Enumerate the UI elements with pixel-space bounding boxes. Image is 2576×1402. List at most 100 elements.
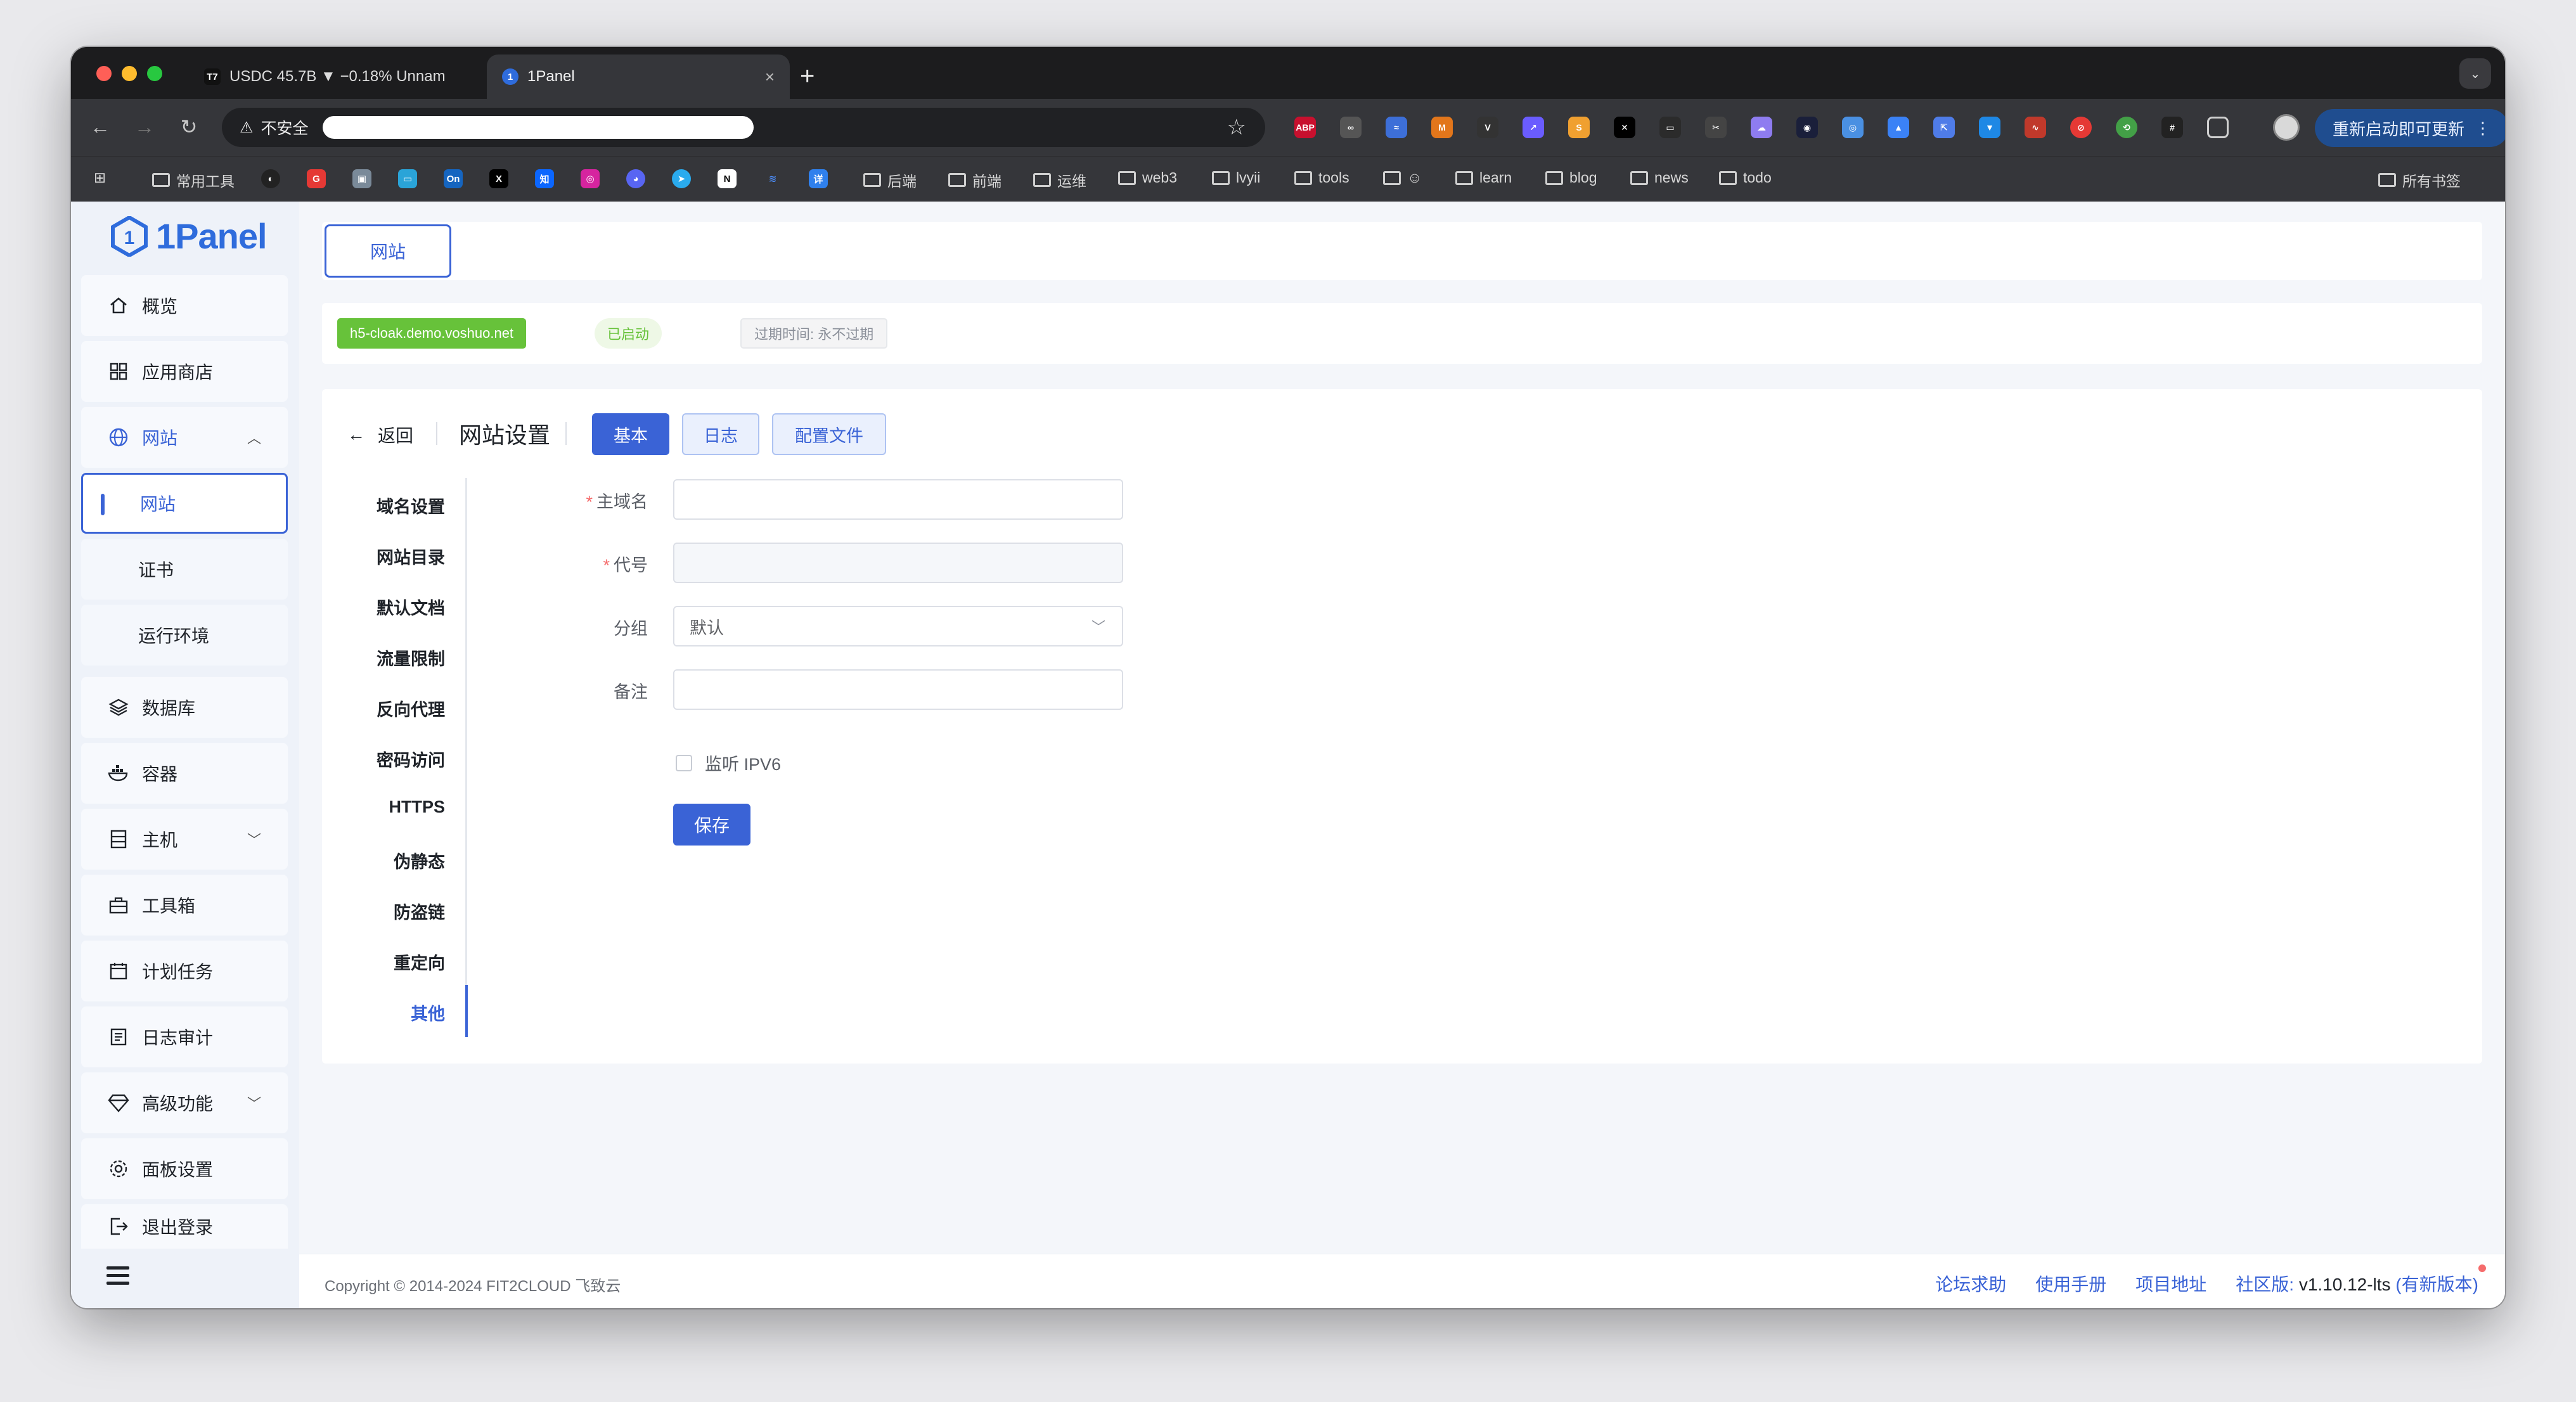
alias-input[interactable]: [673, 543, 1123, 583]
extension-icon[interactable]: ≈: [1386, 117, 1407, 138]
bookmark-on[interactable]: On: [444, 169, 463, 188]
bookmark-folder[interactable]: 常用工具: [152, 169, 235, 191]
zhihu-icon[interactable]: 知: [535, 169, 554, 188]
tab-search-button[interactable]: ⌄: [2459, 58, 2491, 89]
x-icon[interactable]: X: [489, 169, 508, 188]
back-button[interactable]: ← 返回: [347, 422, 413, 447]
close-window-button[interactable]: [96, 66, 112, 81]
browser-tab-1panel[interactable]: 1 1Panel ×: [487, 55, 790, 99]
manual-link[interactable]: 使用手册: [2035, 1271, 2106, 1296]
adblock-extension-icon[interactable]: ABP: [1294, 117, 1316, 138]
close-tab-icon[interactable]: ×: [765, 67, 775, 87]
subnav-rewrite[interactable]: 伪静态: [306, 848, 445, 873]
sidebar-item-log-audit[interactable]: 日志审计: [81, 1006, 288, 1067]
tab-config-file[interactable]: 配置文件: [772, 413, 886, 455]
extension-icon[interactable]: ▼: [1979, 117, 2000, 138]
extensions-puzzle-icon[interactable]: [2207, 117, 2229, 138]
group-select[interactable]: 默认 ﹀: [673, 606, 1123, 646]
sidebar-item-certificate[interactable]: 证书: [81, 539, 288, 600]
subnav-site-dir[interactable]: 网站目录: [306, 544, 445, 569]
address-bar[interactable]: ⚠ 不安全 ☆: [222, 108, 1265, 147]
subnav-default-doc[interactable]: 默认文档: [306, 595, 445, 619]
sidebar-item-app-store[interactable]: 应用商店: [81, 341, 288, 402]
subnav-other[interactable]: 其他: [306, 1000, 445, 1025]
sidebar-item-host[interactable]: 主机 ﹀: [81, 809, 288, 870]
subnav-domain[interactable]: 域名设置: [306, 493, 445, 518]
bookmark-folder[interactable]: tools: [1294, 169, 1349, 186]
instagram-icon[interactable]: ◎: [581, 169, 600, 188]
bookmark-folder[interactable]: blog: [1545, 169, 1597, 186]
sidebar-item-advanced[interactable]: 高级功能 ﹀: [81, 1072, 288, 1133]
subnav-https[interactable]: HTTPS: [306, 797, 445, 817]
bookmark-folder[interactable]: news: [1630, 169, 1689, 186]
reload-icon[interactable]: ↻: [175, 113, 203, 141]
bookmark-folder[interactable]: 后端: [863, 169, 917, 191]
bookmark-folder[interactable]: web3: [1118, 169, 1177, 186]
subnav-hotlink[interactable]: 防盗链: [306, 899, 445, 923]
relaunch-update-button[interactable]: 重新启动即可更新 ⋮: [2315, 109, 2505, 147]
remark-input[interactable]: [673, 669, 1123, 710]
save-button[interactable]: 保存: [673, 804, 750, 846]
back-icon[interactable]: ←: [86, 113, 114, 141]
logo[interactable]: 1 1Panel: [110, 215, 267, 257]
extension-icon[interactable]: ▭: [1659, 117, 1681, 138]
subnav-password-access[interactable]: 密码访问: [306, 747, 445, 771]
extension-icon[interactable]: ✂: [1705, 117, 1727, 138]
extension-icon[interactable]: ▲: [1888, 117, 1909, 138]
extension-icon[interactable]: ↗: [1523, 117, 1544, 138]
subnav-rate-limit[interactable]: 流量限制: [306, 645, 445, 670]
bookmark-folder[interactable]: learn: [1455, 169, 1512, 186]
sidebar-item-overview[interactable]: 概览: [81, 275, 288, 336]
extension-icon[interactable]: ⟲: [2116, 117, 2137, 138]
primary-domain-input[interactable]: [673, 479, 1123, 520]
bilibili-icon[interactable]: ▭: [398, 169, 417, 188]
bookmark-image-icon[interactable]: ▣: [352, 169, 371, 188]
notion-icon[interactable]: N: [718, 169, 737, 188]
zoom-window-button[interactable]: [147, 66, 162, 81]
bookmark-folder-all[interactable]: 所有书签: [2378, 169, 2461, 191]
forum-link[interactable]: 论坛求助: [1935, 1271, 2006, 1296]
sidebar-item-runtime[interactable]: 运行环境: [81, 605, 288, 666]
apps-grid-icon[interactable]: ⊞: [94, 169, 106, 186]
extension-icon[interactable]: ∿: [2025, 117, 2046, 138]
sidebar-item-website-group[interactable]: 网站 ︿: [81, 407, 288, 468]
subnav-reverse-proxy[interactable]: 反向代理: [306, 696, 445, 721]
bookmark-folder[interactable]: lvyii: [1212, 169, 1260, 186]
extension-icon[interactable]: ☁: [1751, 117, 1772, 138]
sidebar-item-website[interactable]: 网站: [81, 473, 288, 534]
extension-icon[interactable]: V: [1477, 117, 1498, 138]
telegram-icon[interactable]: ➤: [672, 169, 691, 188]
bookmark-folder[interactable]: 运维: [1033, 169, 1086, 191]
bookmark-folder[interactable]: ☺: [1383, 169, 1422, 186]
tab-basic[interactable]: 基本: [592, 413, 669, 455]
extension-icon[interactable]: S: [1568, 117, 1590, 138]
subnav-redirect[interactable]: 重定向: [306, 949, 445, 974]
project-link[interactable]: 项目地址: [2135, 1271, 2206, 1296]
extension-icon[interactable]: ◎: [1842, 117, 1864, 138]
extension-icon[interactable]: ◉: [1796, 117, 1818, 138]
bookmark-star-icon[interactable]: ☆: [1227, 115, 1246, 140]
github-icon[interactable]: ◐: [261, 169, 280, 188]
forward-icon[interactable]: →: [131, 113, 158, 141]
extension-icon[interactable]: ⇱: [1933, 117, 1955, 138]
block-extension-icon[interactable]: ⊘: [2070, 117, 2092, 138]
ipv6-checkbox[interactable]: 监听 IPV6: [676, 750, 781, 775]
profile-avatar[interactable]: [2273, 114, 2300, 141]
sidebar-item-database[interactable]: 数据库: [81, 677, 288, 738]
collapse-menu-icon[interactable]: [106, 1266, 129, 1289]
sidebar-item-panel-settings[interactable]: 面板设置: [81, 1138, 288, 1199]
new-tab-button[interactable]: +: [800, 61, 815, 91]
metamask-extension-icon[interactable]: M: [1431, 117, 1453, 138]
sidebar-item-toolbox[interactable]: 工具箱: [81, 875, 288, 936]
bookmark-detail-icon[interactable]: 详: [809, 169, 828, 188]
extension-icon[interactable]: #: [2161, 117, 2183, 138]
bookmark-g[interactable]: G: [307, 169, 326, 188]
discord-icon[interactable]: ◕: [626, 169, 645, 188]
tab-website[interactable]: 网站: [325, 224, 451, 278]
new-version-link[interactable]: (有新版本): [2395, 1275, 2478, 1294]
minimize-window-button[interactable]: [122, 66, 137, 81]
bookmark-icon[interactable]: ≋: [763, 169, 782, 188]
tab-log[interactable]: 日志: [682, 413, 759, 455]
bookmark-folder[interactable]: 前端: [948, 169, 1001, 191]
sidebar-item-container[interactable]: 容器: [81, 743, 288, 804]
